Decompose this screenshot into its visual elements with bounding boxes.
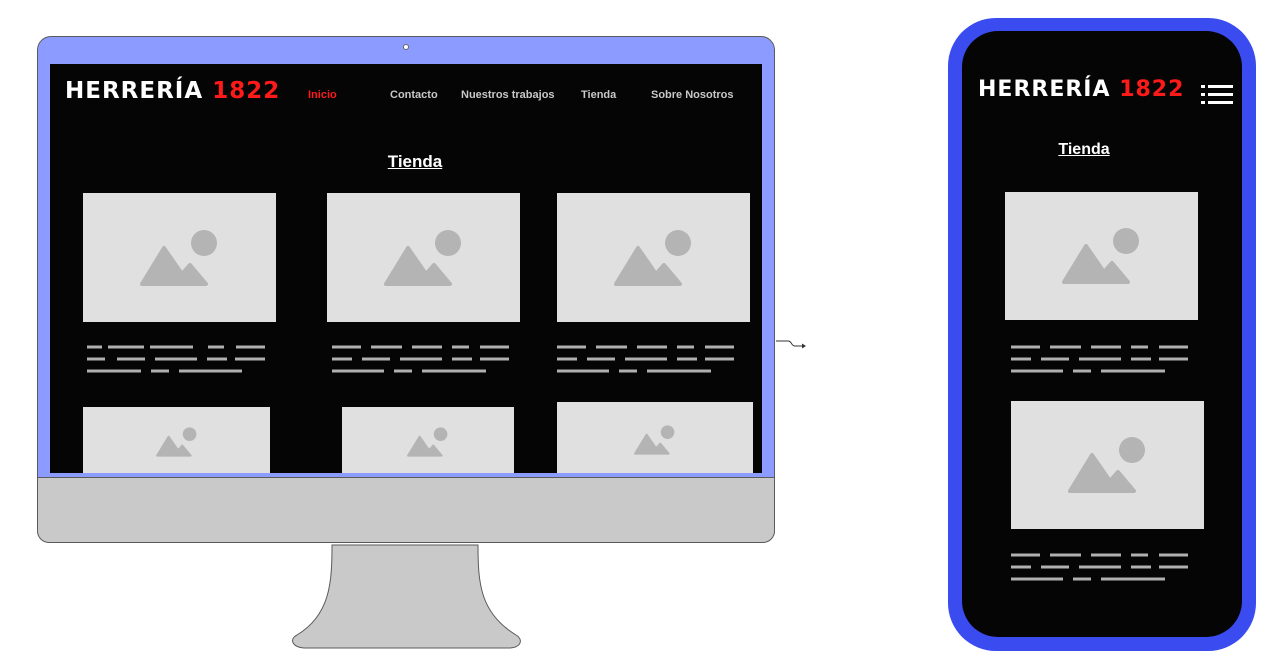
product-description-placeholder <box>332 345 509 373</box>
image-placeholder-icon <box>1061 228 1139 284</box>
product-description-placeholder <box>557 345 734 373</box>
desktop-logo[interactable]: HERRERÍA 1822 <box>65 78 280 104</box>
product-description-placeholder <box>1011 345 1188 373</box>
product-image[interactable] <box>557 402 753 473</box>
logo-brand-year: 1822 <box>1119 77 1185 102</box>
logo-brand-name: HERRERÍA <box>65 78 204 104</box>
monitor-camera <box>403 44 409 50</box>
image-placeholder-icon <box>383 229 461 286</box>
mobile-screen: HERRERÍA 1822 Tienda <box>962 31 1242 637</box>
nav-inicio[interactable]: Inicio <box>308 89 337 101</box>
product-description-placeholder <box>1011 553 1188 581</box>
logo-brand-name: HERRERÍA <box>978 77 1111 102</box>
image-placeholder-icon <box>139 229 217 286</box>
product-image[interactable] <box>83 407 270 473</box>
image-placeholder-icon <box>634 424 675 455</box>
product-image[interactable] <box>327 193 520 322</box>
logo-brand-year: 1822 <box>212 78 281 104</box>
monitor-chin <box>37 477 775 543</box>
product-image[interactable] <box>83 193 276 322</box>
image-placeholder-icon <box>155 427 196 457</box>
product-image[interactable] <box>557 193 750 322</box>
desktop-screen: HERRERÍA 1822 Inicio Contacto Nuestros t… <box>50 64 762 473</box>
mobile-logo[interactable]: HERRERÍA 1822 <box>978 77 1184 102</box>
product-description-placeholder <box>87 345 265 373</box>
product-image[interactable] <box>342 407 514 473</box>
image-placeholder-icon <box>407 427 448 457</box>
nav-tienda[interactable]: Tienda <box>581 89 616 101</box>
product-image[interactable] <box>1005 192 1198 320</box>
nav-sobre-nosotros[interactable]: Sobre Nosotros <box>651 89 734 101</box>
nav-contacto[interactable]: Contacto <box>390 89 438 101</box>
image-placeholder-icon <box>1067 437 1145 493</box>
mobile-page-title: Tienda <box>1058 141 1110 158</box>
monitor-stand <box>292 544 521 649</box>
hamburger-menu-icon[interactable] <box>1201 84 1233 106</box>
desktop-page-title: Tienda <box>387 152 443 171</box>
nav-nuestros-trabajos[interactable]: Nuestros trabajos <box>461 89 555 101</box>
product-image[interactable] <box>1011 401 1204 529</box>
image-placeholder-icon <box>613 229 691 286</box>
arrow-right-icon <box>776 340 806 349</box>
